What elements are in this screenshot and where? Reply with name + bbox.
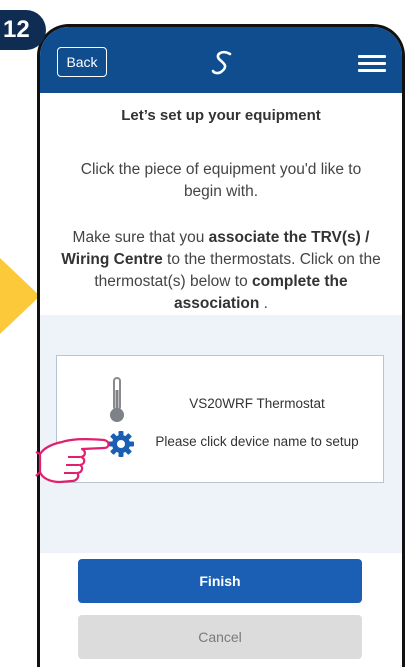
pointing-hand-icon <box>35 438 110 484</box>
cancel-button[interactable]: Cancel <box>78 615 362 659</box>
hamburger-menu-icon[interactable] <box>358 55 386 72</box>
salus-logo-icon <box>211 50 232 75</box>
instruction-text: Make sure that you associate the TRV(s) … <box>56 227 386 315</box>
top-bar: Back <box>40 27 402 93</box>
device-name-link[interactable]: VS20WRF Thermostat <box>137 396 377 411</box>
pointer-arrow-icon <box>0 258 40 334</box>
thermometer-icon <box>110 377 124 422</box>
step-number-badge: 12 <box>0 10 46 50</box>
device-hint: Please click device name to setup <box>155 434 359 449</box>
phone-frame: Back Let’s set up your equipment Click t… <box>37 24 405 667</box>
page-title: Let’s set up your equipment <box>121 107 321 124</box>
finish-button[interactable]: Finish <box>78 559 362 603</box>
step-number: 12 <box>3 16 30 43</box>
back-button[interactable]: Back <box>57 47 107 77</box>
instruction-part-3: . <box>259 295 268 312</box>
intro-text: Click the piece of equipment you'd like … <box>80 161 362 200</box>
instruction-part-1: Make sure that you <box>72 229 209 246</box>
